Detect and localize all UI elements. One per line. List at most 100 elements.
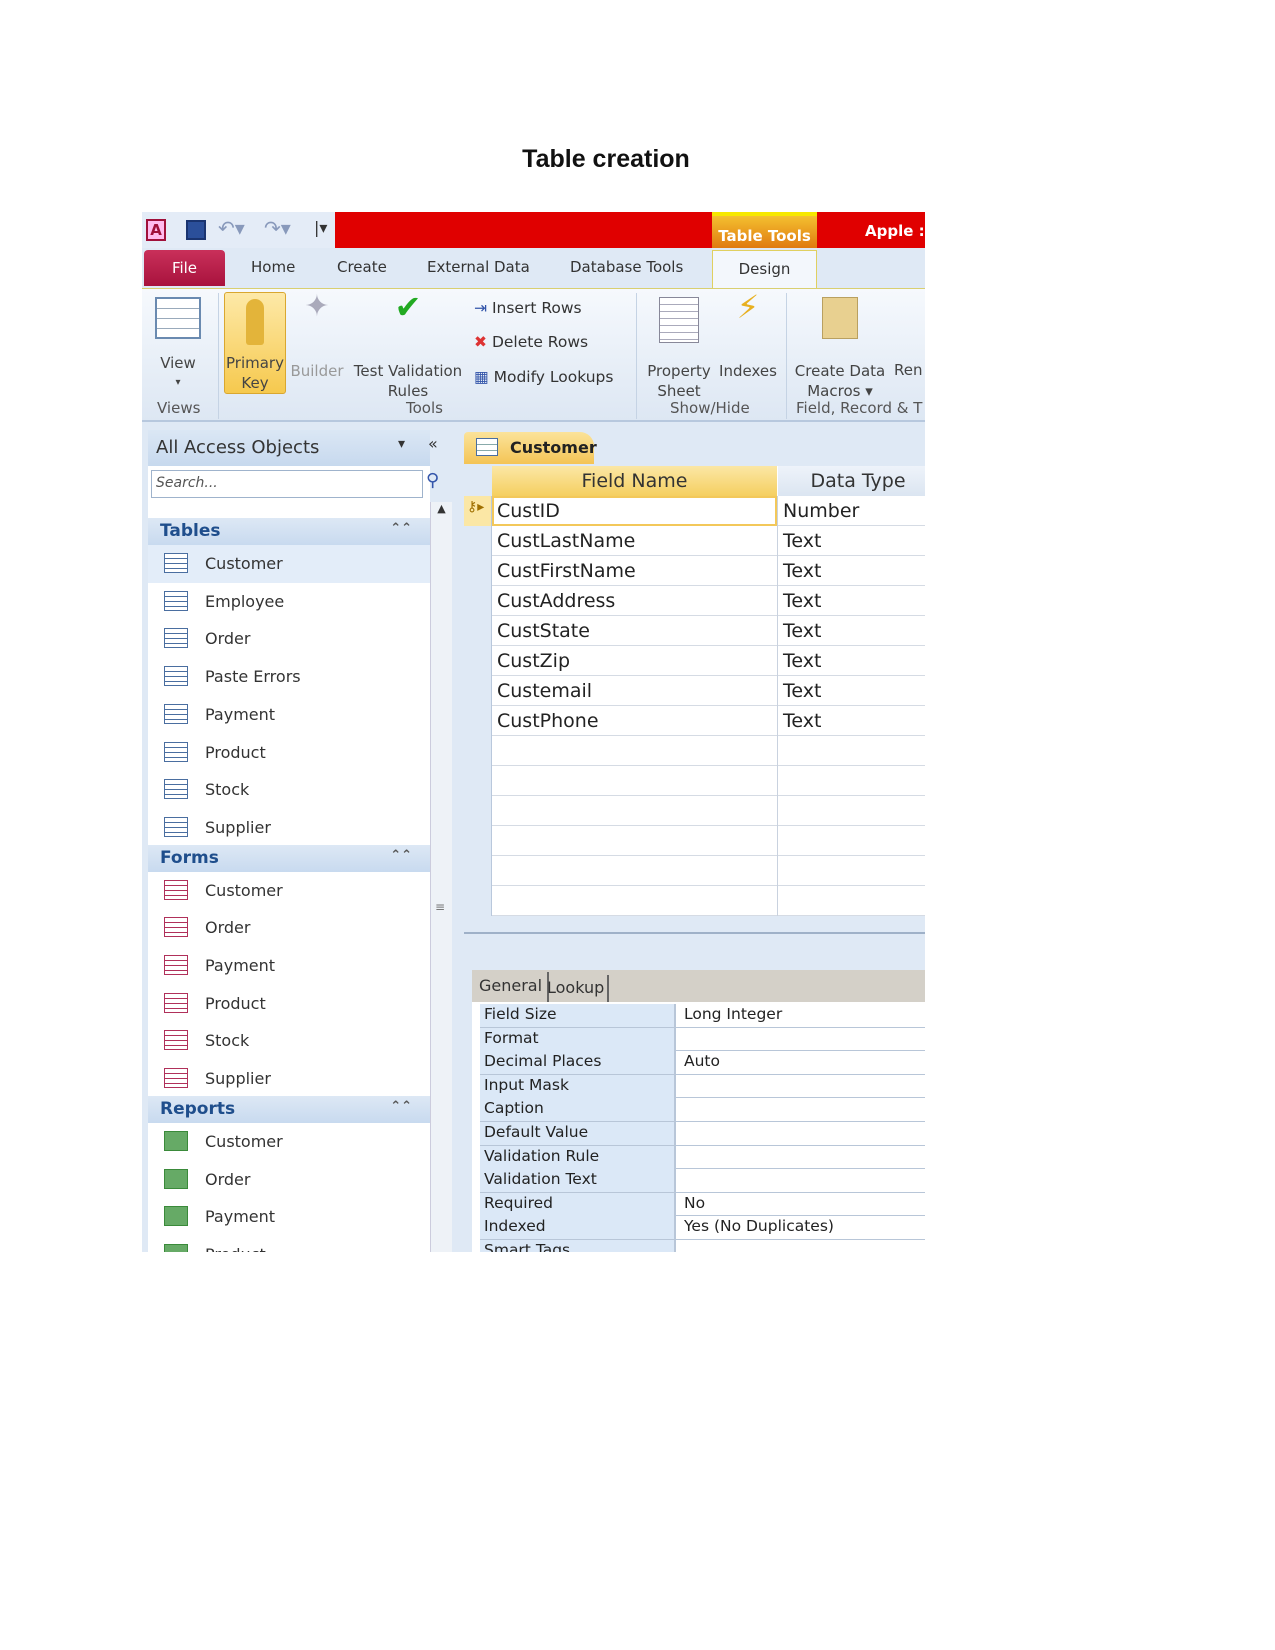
field-name-cell[interactable]: CustID <box>497 500 560 522</box>
search-icon[interactable]: ⚲ <box>426 470 439 491</box>
field-name-cell[interactable]: CustState <box>497 620 590 642</box>
table-row[interactable] <box>464 796 925 826</box>
row-selector[interactable] <box>464 856 492 886</box>
indexes-button[interactable]: ⚡ Indexes <box>716 291 780 381</box>
table-row[interactable]: CustFirstName Text <box>464 556 925 586</box>
insert-rows-button[interactable]: ⇥ Insert Rows <box>474 299 582 317</box>
property-value[interactable]: Long Integer <box>684 1005 782 1023</box>
customize-qat-icon[interactable]: |▾ <box>314 218 327 237</box>
field-name-cell[interactable]: Custemail <box>497 680 592 702</box>
column-header-field-name[interactable]: Field Name <box>492 466 777 496</box>
view-button[interactable]: View ▾ <box>148 297 208 393</box>
table-row[interactable] <box>464 736 925 766</box>
data-type-cell[interactable]: Text <box>783 620 821 642</box>
property-sheet-button[interactable]: Property Sheet <box>646 297 712 401</box>
data-type-cell[interactable]: Text <box>783 710 821 732</box>
collapse-pane-icon[interactable]: « <box>428 434 438 453</box>
create-data-macros-button[interactable]: Create Data Macros ▾ <box>794 297 886 401</box>
nav-search-input[interactable]: Search... <box>151 470 423 498</box>
nav-item-customer[interactable]: Customer <box>148 872 430 910</box>
field-name-cell[interactable]: CustPhone <box>497 710 599 732</box>
nav-item-employee[interactable]: Employee <box>148 583 430 621</box>
nav-item-supplier[interactable]: Supplier <box>148 1060 430 1098</box>
table-row[interactable] <box>464 886 925 916</box>
nav-item-product[interactable]: Product <box>148 734 430 772</box>
nav-item-order[interactable]: Order <box>148 1161 430 1199</box>
data-type-cell[interactable]: Text <box>783 530 821 552</box>
document-tab-customer[interactable]: Customer <box>464 432 597 464</box>
data-type-cell[interactable]: Number <box>783 500 859 522</box>
primary-key-button[interactable]: Primary Key <box>224 292 286 394</box>
nav-item-order[interactable]: Order <box>148 620 430 658</box>
property-row[interactable]: Smart Tags <box>480 1240 925 1252</box>
field-name-cell[interactable]: CustFirstName <box>497 560 636 582</box>
tab-lookup[interactable]: Lookup <box>544 975 610 1002</box>
tab-create[interactable]: Create <box>337 258 387 276</box>
row-selector[interactable] <box>464 526 492 556</box>
table-row[interactable]: CustState Text <box>464 616 925 646</box>
nav-item-payment[interactable]: Payment <box>148 696 430 734</box>
tab-external-data[interactable]: External Data <box>427 258 530 276</box>
property-row[interactable]: Field Size Long Integer <box>480 1004 925 1028</box>
row-selector[interactable] <box>464 586 492 616</box>
nav-item-stock[interactable]: Stock <box>148 771 430 809</box>
nav-scrollbar[interactable]: ▲ ≡ <box>430 502 452 1252</box>
row-selector[interactable] <box>464 886 492 916</box>
row-selector[interactable] <box>464 736 492 766</box>
data-type-cell[interactable]: Text <box>783 590 821 612</box>
collapse-section-icon[interactable]: ⌃⌃ <box>390 521 412 536</box>
row-selector[interactable] <box>464 706 492 736</box>
nav-item-stock[interactable]: Stock <box>148 1022 430 1060</box>
save-icon[interactable] <box>186 220 206 240</box>
tab-database-tools[interactable]: Database Tools <box>570 258 683 276</box>
row-selector[interactable] <box>464 826 492 856</box>
nav-item-supplier[interactable]: Supplier <box>148 809 430 847</box>
tab-general[interactable]: General <box>474 972 550 1002</box>
nav-item-product[interactable]: Product <box>148 1236 430 1252</box>
delete-rows-button[interactable]: ✖ Delete Rows <box>474 333 588 351</box>
builder-button[interactable]: ✦ Builder <box>288 292 346 381</box>
nav-section-tables[interactable]: Tables ⌃⌃ <box>148 518 430 545</box>
nav-section-forms[interactable]: Forms ⌃⌃ <box>148 844 430 872</box>
property-row[interactable]: Required No <box>480 1192 925 1217</box>
nav-item-order[interactable]: Order <box>148 909 430 947</box>
select-all-corner[interactable] <box>464 466 492 496</box>
property-row[interactable]: Decimal Places Auto <box>480 1051 925 1075</box>
data-type-cell[interactable]: Text <box>783 680 821 702</box>
nav-pane-header[interactable]: All Access Objects ▾ « <box>148 430 438 466</box>
nav-section-reports[interactable]: Reports ⌃⌃ <box>148 1095 430 1123</box>
field-name-cell[interactable]: CustZip <box>497 650 570 672</box>
row-selector[interactable] <box>464 766 492 796</box>
property-row[interactable]: Validation Rule <box>480 1145 925 1170</box>
nav-item-paste-errors[interactable]: Paste Errors <box>148 658 430 696</box>
tab-design[interactable]: Design <box>712 250 817 288</box>
row-selector[interactable]: ⚷▸ <box>464 496 492 526</box>
nav-item-payment[interactable]: Payment <box>148 947 430 985</box>
nav-dropdown-icon[interactable]: ▾ <box>398 436 405 452</box>
undo-icon[interactable]: ↶▾ <box>218 216 245 240</box>
column-header-data-type[interactable]: Data Type <box>778 466 925 496</box>
table-row[interactable] <box>464 766 925 796</box>
property-row[interactable]: Validation Text <box>480 1169 925 1193</box>
property-row[interactable]: Input Mask <box>480 1074 925 1099</box>
collapse-section-icon[interactable]: ⌃⌃ <box>390 1099 412 1114</box>
tab-home[interactable]: Home <box>251 258 295 276</box>
table-row[interactable]: CustZip Text <box>464 646 925 676</box>
row-selector[interactable] <box>464 646 492 676</box>
row-selector[interactable] <box>464 676 492 706</box>
property-value[interactable]: Auto <box>684 1052 720 1070</box>
table-row[interactable]: CustPhone Text <box>464 706 925 736</box>
table-row[interactable]: Custemail Text <box>464 676 925 706</box>
field-name-cell[interactable]: CustAddress <box>497 590 615 612</box>
modify-lookups-button[interactable]: ▦ Modify Lookups <box>474 368 613 386</box>
data-type-cell[interactable]: Text <box>783 560 821 582</box>
property-value[interactable]: No <box>684 1194 705 1212</box>
nav-item-customer[interactable]: Customer <box>148 545 430 583</box>
redo-icon[interactable]: ↷▾ <box>264 216 291 240</box>
scroll-up-icon[interactable]: ▲ <box>431 502 452 515</box>
test-validation-rules-button[interactable]: ✔ Test Validation Rules <box>350 291 466 401</box>
rename-button[interactable]: Ren <box>894 361 922 379</box>
data-type-cell[interactable]: Text <box>783 650 821 672</box>
row-selector[interactable] <box>464 796 492 826</box>
nav-item-product[interactable]: Product <box>148 985 430 1023</box>
